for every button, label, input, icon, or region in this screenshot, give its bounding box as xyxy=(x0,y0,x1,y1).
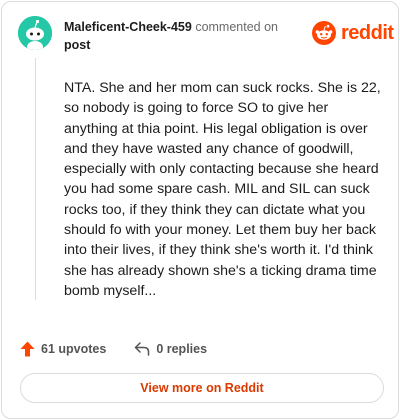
avatar[interactable] xyxy=(18,16,52,50)
comment-actions: 61 upvotes 0 replies xyxy=(20,339,207,359)
thread-line xyxy=(35,58,36,300)
view-more-button[interactable]: View more on Reddit xyxy=(20,373,384,403)
commented-on-label: commented on xyxy=(195,20,278,34)
reddit-brand[interactable]: reddit xyxy=(312,20,394,46)
reddit-wordmark: reddit xyxy=(341,21,394,44)
replies-count: 0 replies xyxy=(156,342,208,356)
replies-button[interactable]: 0 replies xyxy=(134,342,207,356)
comment-header: Maleficent-Cheek-459 commented on post xyxy=(64,18,304,54)
snoo-avatar-icon xyxy=(18,16,52,50)
post-link[interactable]: post xyxy=(64,36,304,54)
comment-embed-card: Maleficent-Cheek-459 commented on post r… xyxy=(1,1,399,419)
upvote-arrow-icon xyxy=(20,341,35,357)
upvotes-button[interactable]: 61 upvotes xyxy=(20,341,106,357)
upvotes-count: 61 upvotes xyxy=(41,342,107,356)
reddit-logo-icon xyxy=(312,21,336,45)
reply-arrow-icon xyxy=(135,342,150,356)
username-link[interactable]: Maleficent-Cheek-459 xyxy=(64,20,192,34)
comment-text: NTA. She and her mom can suck rocks. She… xyxy=(64,80,381,299)
